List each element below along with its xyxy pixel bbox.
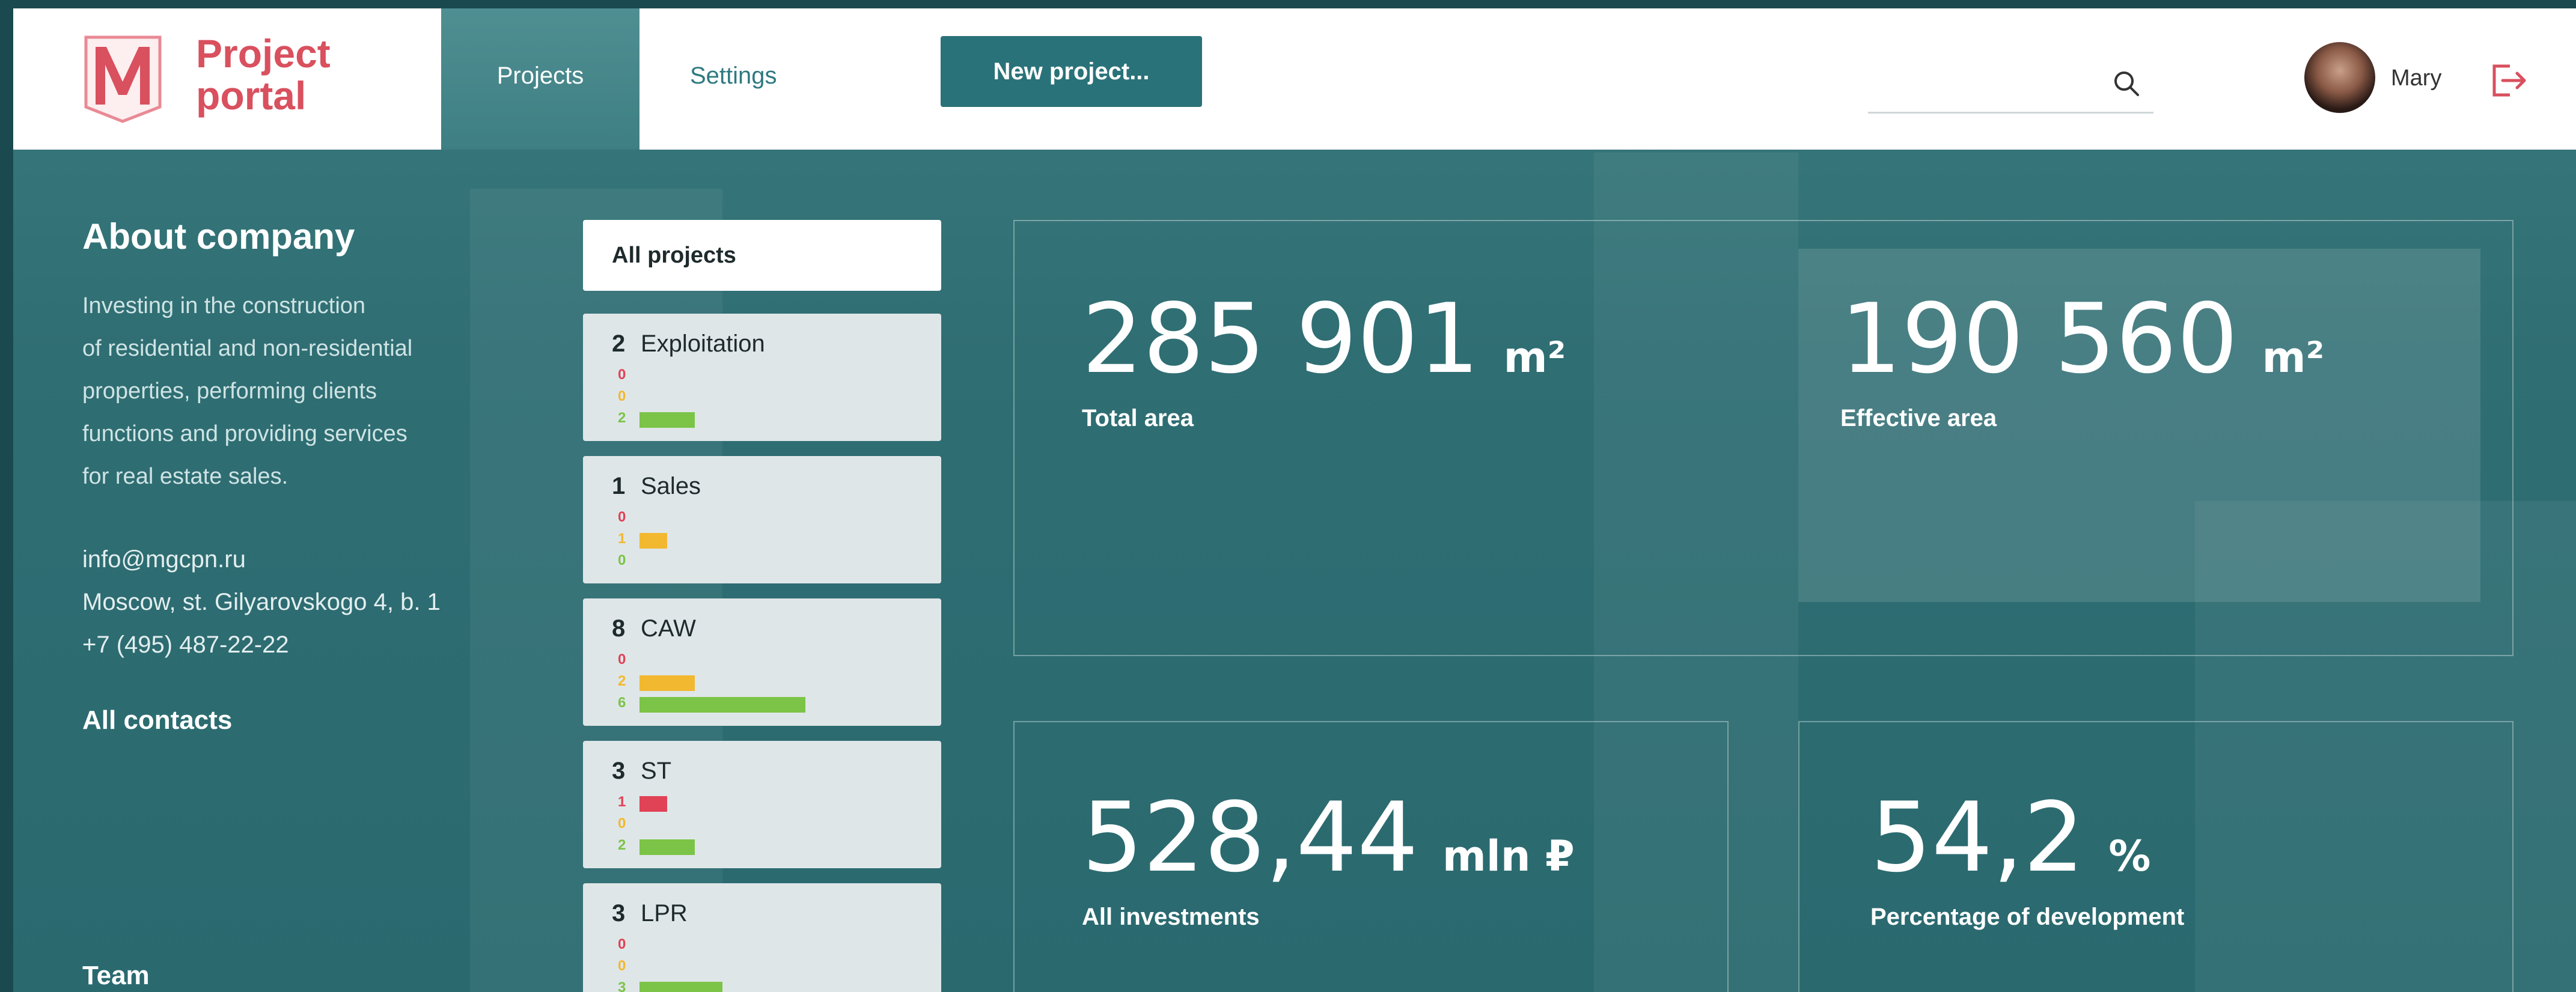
logo-text: Project portal	[196, 32, 331, 117]
development-unit: %	[2108, 832, 2151, 881]
investments-value: 528,44 mln ₽	[1082, 790, 1575, 904]
app-window: Project portal Projects Settings New pro…	[13, 8, 2576, 992]
top-navigation-bar: Project portal Projects Settings New pro…	[13, 8, 2576, 150]
status-bar-green	[639, 697, 805, 713]
status-count-yellow: 1	[618, 531, 626, 547]
project-group-name: Sales	[641, 473, 701, 499]
status-count-green: 2	[618, 410, 626, 426]
investments-number: 528,44	[1082, 781, 1418, 893]
project-group-name: ST	[641, 758, 672, 784]
user-avatar[interactable]	[2304, 42, 2375, 113]
logo-line-1: Project	[196, 31, 331, 76]
logo-m-icon	[84, 35, 162, 123]
project-group-name: LPR	[641, 900, 688, 927]
description-line: Investing in the construction	[82, 293, 366, 318]
logout-icon[interactable]	[2489, 62, 2528, 99]
status-count-green: 3	[618, 979, 626, 992]
status-count-red: 0	[618, 367, 626, 383]
project-group-card[interactable]: 8 CAW 0 2 6	[583, 598, 941, 726]
status-count-red: 0	[618, 936, 626, 952]
project-group-card[interactable]: 1 Sales 0 1 0	[583, 456, 941, 583]
status-count-red: 0	[618, 509, 626, 525]
project-group-count: 8	[612, 615, 626, 642]
user-name[interactable]: Mary	[2391, 65, 2441, 91]
total-area-value: 285 901 m²	[1082, 291, 1566, 406]
investments-label: All investments	[1082, 904, 1260, 930]
status-count-yellow: 0	[618, 388, 626, 404]
project-group-count: 1	[612, 473, 626, 499]
all-contacts-link[interactable]: All contacts	[82, 705, 232, 735]
project-group-card[interactable]: 2 Exploitation 0 0 2	[583, 314, 941, 441]
tab-projects[interactable]: Projects	[441, 8, 639, 150]
about-company-description: Investing in the construction of residen…	[82, 285, 467, 498]
project-group-card[interactable]: 3 ST 1 0 2	[583, 741, 941, 868]
effective-area-number: 190 560	[1840, 282, 2238, 395]
project-group-card[interactable]: 3 LPR 0 0 3	[583, 883, 941, 992]
status-count-green: 0	[618, 552, 626, 568]
total-area-number: 285 901	[1082, 282, 1480, 395]
effective-area-unit: m²	[2262, 333, 2325, 382]
tab-settings[interactable]: Settings	[690, 62, 777, 90]
tab-projects-label: Projects	[496, 62, 584, 89]
status-bar-green	[639, 412, 695, 428]
status-bar-red	[639, 796, 667, 812]
status-bar-yellow	[639, 533, 667, 549]
status-count-yellow: 0	[618, 815, 626, 832]
status-count-yellow: 0	[618, 958, 626, 974]
status-count-green: 2	[618, 837, 626, 853]
status-count-green: 6	[618, 695, 626, 711]
development-value: 54,2%	[1870, 790, 2150, 904]
description-line: of residential and non-residential	[82, 336, 413, 361]
description-line: properties, performing clients	[82, 379, 377, 404]
total-area-unit: m²	[1503, 333, 1566, 382]
effective-area-label: Effective area	[1840, 405, 1997, 431]
project-group-name: Exploitation	[641, 330, 765, 357]
search-icon[interactable]	[2111, 68, 2141, 99]
background-building	[470, 189, 722, 992]
status-count-red: 1	[618, 794, 626, 810]
project-group-count: 3	[612, 758, 626, 784]
contact-phone[interactable]: +7 (495) 487-22-22	[82, 631, 289, 659]
effective-area-value: 190 560 m²	[1840, 291, 2324, 406]
project-group-count: 3	[612, 900, 626, 927]
investments-unit: mln ₽	[1442, 832, 1575, 881]
status-bar-green	[639, 839, 695, 855]
new-project-button[interactable]: New project...	[941, 36, 1202, 107]
status-bar-green	[639, 982, 722, 992]
contact-email[interactable]: info@mgcpn.ru	[82, 546, 246, 573]
contact-address: Moscow, st. Gilyarovskogo 4, b. 1	[82, 589, 441, 615]
description-line: functions and providing services	[82, 421, 407, 446]
development-label: Percentage of development	[1870, 904, 2185, 930]
description-line: for real estate sales.	[82, 464, 288, 489]
status-count-yellow: 2	[618, 673, 626, 689]
team-link[interactable]: Team	[82, 961, 150, 991]
search-field[interactable]	[1868, 64, 2153, 114]
all-projects-button[interactable]: All projects	[583, 220, 941, 291]
logo-line-2: portal	[196, 73, 307, 118]
status-bar-yellow	[639, 675, 695, 691]
logo[interactable]: Project portal	[13, 8, 441, 150]
total-area-label: Total area	[1082, 405, 1194, 431]
project-group-count: 2	[612, 330, 626, 357]
status-count-red: 0	[618, 651, 626, 668]
about-company-title: About company	[82, 216, 355, 257]
project-group-name: CAW	[641, 615, 696, 642]
development-number: 54,2	[1870, 781, 2085, 893]
